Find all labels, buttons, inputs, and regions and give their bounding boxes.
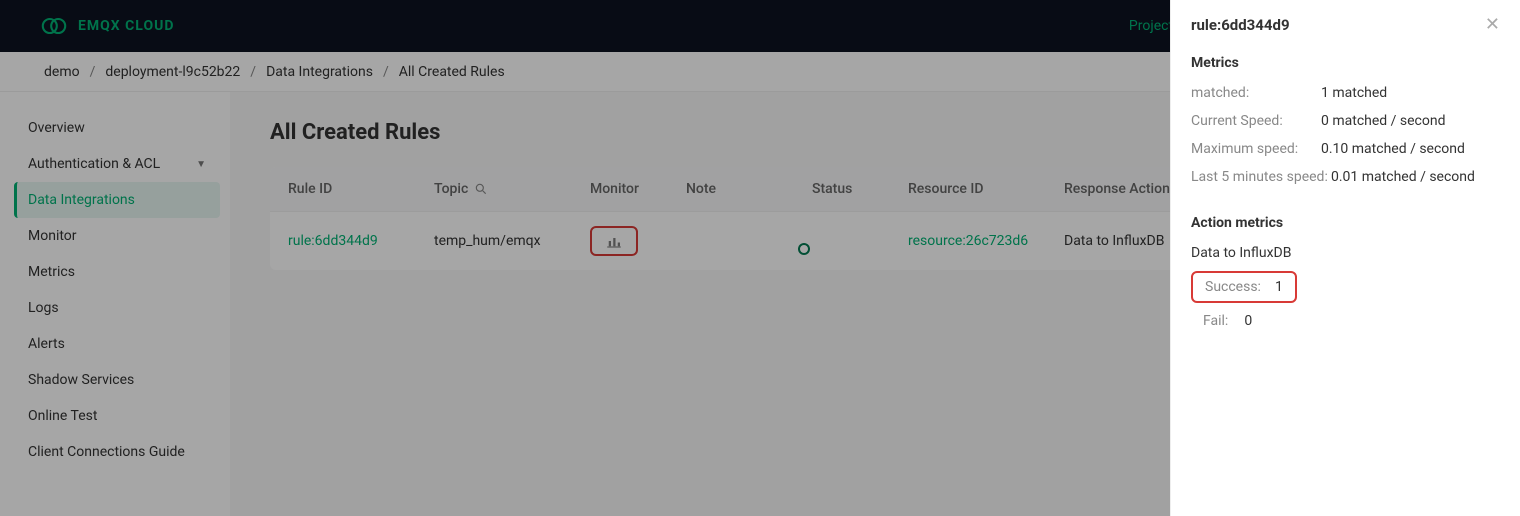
brand-logo[interactable]: EMQX CLOUD <box>40 12 174 40</box>
fail-metric: Fail: 0 <box>1191 309 1264 333</box>
metric-current-speed: Current Speed: 0 matched / second <box>1191 113 1500 129</box>
crumb-1[interactable]: deployment-l9c52b22 <box>105 64 240 80</box>
crumb-0[interactable]: demo <box>44 64 80 80</box>
metric-last5-speed: Last 5 minutes speed: 0.01 matched / sec… <box>1191 169 1500 185</box>
close-icon[interactable]: ✕ <box>1485 14 1500 35</box>
sidebar: Overview Authentication & ACL ▼ Data Int… <box>0 92 230 516</box>
topic-value: temp_hum/emqx <box>434 233 584 249</box>
sidebar-item-data-integrations[interactable]: Data Integrations <box>14 182 220 218</box>
action-name: Data to InfluxDB <box>1191 245 1500 261</box>
sidebar-item-shadow[interactable]: Shadow Services <box>14 362 220 398</box>
th-note: Note <box>686 181 806 197</box>
sidebar-item-auth-acl[interactable]: Authentication & ACL ▼ <box>14 146 220 182</box>
crumb-3[interactable]: All Created Rules <box>399 64 505 80</box>
sidebar-item-logs[interactable]: Logs <box>14 290 220 326</box>
sidebar-item-connections-guide[interactable]: Client Connections Guide <box>14 434 220 470</box>
monitor-icon-button[interactable] <box>590 226 638 256</box>
brand-text: EMQX CLOUD <box>78 18 174 34</box>
action-metrics-title: Action metrics <box>1191 215 1500 231</box>
search-icon <box>474 182 488 196</box>
th-topic[interactable]: Topic <box>434 181 584 197</box>
resource-id-link[interactable]: resource:26c723d6 <box>908 233 1058 249</box>
th-status: Status <box>812 181 902 197</box>
crumb-2[interactable]: Data Integrations <box>266 64 373 80</box>
sidebar-item-overview[interactable]: Overview <box>14 110 220 146</box>
rule-detail-drawer: rule:6dd344d9 ✕ Metrics matched: 1 match… <box>1170 0 1520 516</box>
th-resource-id: Resource ID <box>908 181 1058 197</box>
metric-matched: matched: 1 matched <box>1191 85 1500 101</box>
sidebar-item-monitor[interactable]: Monitor <box>14 218 220 254</box>
bar-chart-icon <box>605 232 623 250</box>
metrics-section-title: Metrics <box>1191 55 1500 71</box>
chevron-down-icon: ▼ <box>196 159 206 170</box>
brand-icon <box>40 12 68 40</box>
sidebar-item-online-test[interactable]: Online Test <box>14 398 220 434</box>
metric-max-speed: Maximum speed: 0.10 matched / second <box>1191 141 1500 157</box>
th-monitor: Monitor <box>590 181 680 197</box>
success-metric: Success: 1 <box>1191 271 1297 303</box>
th-rule-id: Rule ID <box>288 181 428 197</box>
drawer-title: rule:6dd344d9 <box>1191 16 1290 34</box>
rule-id-link[interactable]: rule:6dd344d9 <box>288 233 428 249</box>
sidebar-item-metrics[interactable]: Metrics <box>14 254 220 290</box>
sidebar-item-alerts[interactable]: Alerts <box>14 326 220 362</box>
